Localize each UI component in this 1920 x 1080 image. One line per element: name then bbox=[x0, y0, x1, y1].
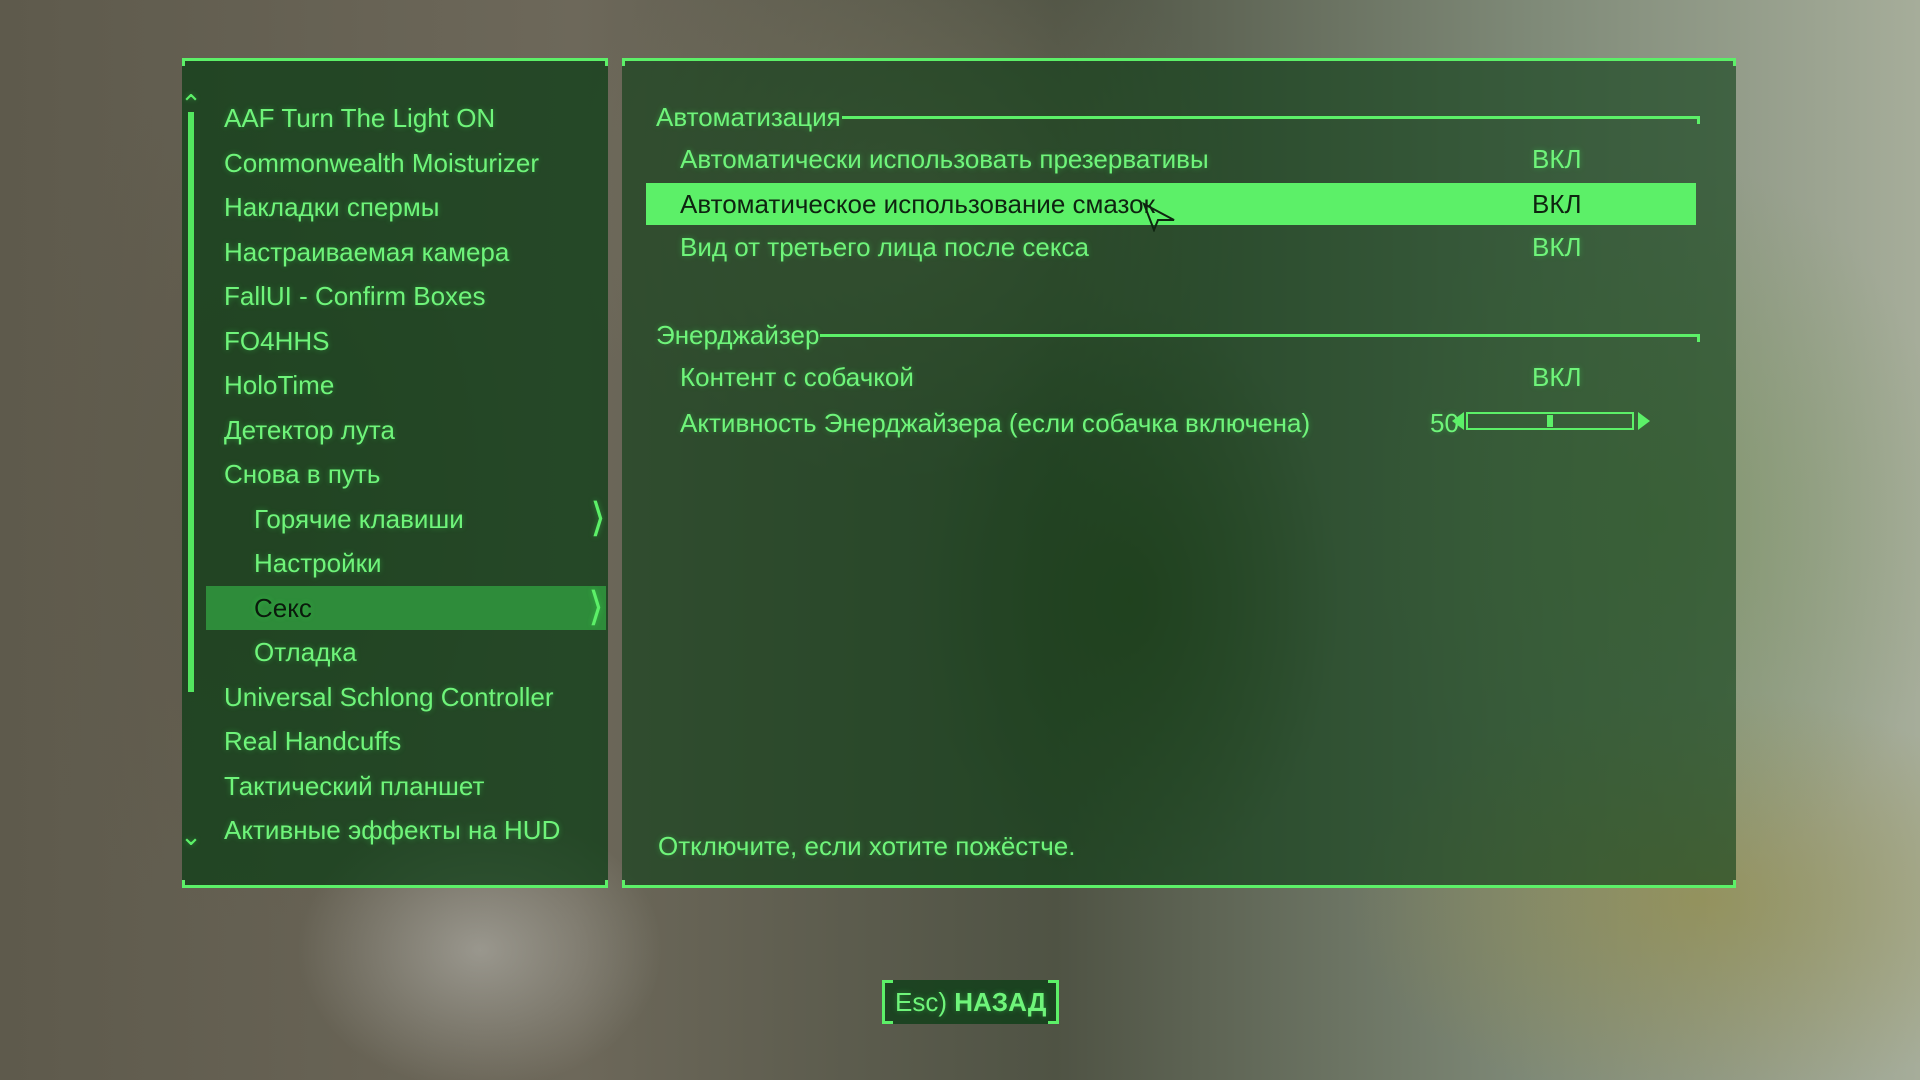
mod-item[interactable]: Накладки спермы bbox=[206, 185, 608, 230]
setting-label: Вид от третьего лица после секса bbox=[680, 232, 1090, 262]
settings-frame-bottom bbox=[622, 880, 1736, 888]
section-divider bbox=[842, 116, 1700, 124]
mod-item[interactable]: Активные эффекты на HUD bbox=[206, 808, 608, 853]
mod-item-label: Детектор лута bbox=[224, 414, 395, 445]
mod-item[interactable]: Universal Schlong Controller bbox=[206, 675, 608, 720]
mod-item[interactable]: Настраиваемая камера bbox=[206, 230, 608, 275]
setting-value[interactable]: ВКЛ bbox=[1532, 356, 1582, 398]
setting-value[interactable]: ВКЛ bbox=[1532, 183, 1582, 225]
setting-label: Автоматическое использование смазок bbox=[680, 189, 1156, 219]
setting-description: Отключите, если хотите пожёстче. bbox=[658, 831, 1076, 861]
mod-item-label: Накладки спермы bbox=[224, 192, 440, 222]
back-label: НАЗАД bbox=[954, 987, 1047, 1017]
mod-item-label: Активные эффекты на HUD bbox=[224, 815, 561, 845]
mod-list-frame-bottom bbox=[182, 880, 608, 888]
mod-list-frame-top bbox=[182, 58, 608, 66]
mod-item-label: Universal Schlong Controller bbox=[224, 681, 554, 712]
mod-item-label: FallUI - Confirm Boxes bbox=[224, 281, 486, 311]
mod-item-label: FO4HHS bbox=[224, 325, 330, 356]
slider-decrease-icon[interactable] bbox=[1452, 412, 1464, 430]
mod-item-label: Отладка bbox=[254, 637, 357, 667]
setting-row[interactable]: Вид от третьего лица после секса ВКЛ bbox=[646, 226, 1696, 268]
setting-row[interactable]: Контент с собачкой ВКЛ bbox=[646, 356, 1696, 398]
section-header-automation: Автоматизация bbox=[656, 102, 841, 132]
mod-item-label: Снова в путь bbox=[224, 459, 381, 489]
mod-item-label: AAF Turn The Light ON bbox=[224, 103, 496, 133]
section-divider bbox=[820, 334, 1700, 342]
mod-item[interactable]: Детектор лута bbox=[206, 408, 608, 453]
section-title: Энерджайзер bbox=[656, 319, 820, 350]
mod-item[interactable]: Тактический планшет bbox=[206, 764, 608, 809]
chevron-right-icon: ⟩ bbox=[588, 584, 604, 629]
mod-item-label: Горячие клавиши bbox=[254, 503, 464, 534]
settings-frame-top bbox=[622, 58, 1736, 66]
slider-thumb[interactable] bbox=[1547, 415, 1553, 427]
scroll-down-icon[interactable]: ⌄ bbox=[178, 823, 204, 849]
section-title: Автоматизация bbox=[656, 101, 841, 132]
mod-subitem-selected[interactable]: Секс ⟩ bbox=[206, 584, 606, 630]
setting-label: Автоматически использовать презервативы bbox=[680, 144, 1209, 174]
section-header-energizer: Энерджайзер bbox=[656, 320, 819, 350]
setting-label: Контент с собачкой bbox=[680, 362, 914, 392]
setting-value[interactable]: ВКЛ bbox=[1532, 138, 1582, 180]
mod-list-scrollbar[interactable] bbox=[188, 112, 194, 692]
mod-item[interactable]: HoloTime bbox=[206, 363, 608, 408]
mod-list: AAF Turn The Light ON Commonwealth Moist… bbox=[206, 96, 608, 853]
mod-item[interactable]: AAF Turn The Light ON bbox=[206, 96, 608, 141]
mod-item-label: Тактический планшет bbox=[224, 770, 485, 801]
setting-row[interactable]: Автоматически использовать презервативы … bbox=[646, 138, 1696, 180]
mod-subitem-hotkeys[interactable]: Горячие клавиши ⟩ bbox=[206, 497, 608, 542]
slider-increase-icon[interactable] bbox=[1638, 412, 1650, 430]
mod-subitem-settings[interactable]: Настройки bbox=[206, 541, 608, 586]
mod-item-label: Секс bbox=[254, 592, 312, 623]
mod-subitem-debug[interactable]: Отладка bbox=[206, 630, 608, 675]
mod-item-label: HoloTime bbox=[224, 370, 335, 400]
mod-item-label: Настраиваемая камера bbox=[224, 236, 510, 267]
mod-item[interactable]: Снова в путь bbox=[206, 452, 608, 497]
mod-item[interactable]: FallUI - Confirm Boxes bbox=[206, 274, 608, 319]
setting-value[interactable]: ВКЛ bbox=[1532, 226, 1582, 268]
back-key-hint: Esc) bbox=[895, 987, 947, 1017]
energizer-slider[interactable] bbox=[1466, 412, 1634, 430]
back-button[interactable]: Esc) НАЗАД bbox=[882, 980, 1060, 1024]
chevron-right-icon: ⟩ bbox=[590, 495, 606, 540]
mod-item[interactable]: Commonwealth Moisturizer bbox=[206, 141, 608, 186]
mod-item[interactable]: FO4HHS bbox=[206, 319, 608, 364]
mod-item-label: Настройки bbox=[254, 548, 382, 578]
mod-item[interactable]: Real Handcuffs bbox=[206, 719, 608, 764]
mod-item-label: Commonwealth Moisturizer bbox=[224, 147, 539, 178]
mod-item-label: Real Handcuffs bbox=[224, 726, 402, 756]
setting-label: Активность Энерджайзера (если собачка вк… bbox=[680, 408, 1311, 438]
scroll-up-icon[interactable]: ⌃ bbox=[178, 91, 204, 117]
